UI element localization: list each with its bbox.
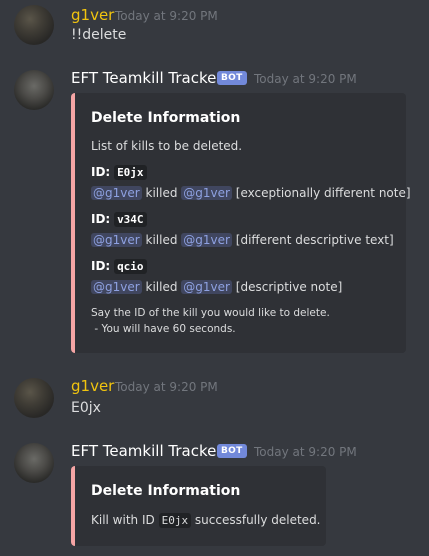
- message-text: !!delete: [71, 27, 127, 43]
- embed-title: Delete Information: [91, 110, 241, 126]
- kill-entry-line: @g1ver killed @g1ver [different descript…: [91, 233, 394, 247]
- mention-killer[interactable]: @g1ver: [91, 233, 142, 247]
- mention-victim[interactable]: @g1ver: [181, 280, 232, 294]
- mention-victim[interactable]: @g1ver: [181, 233, 232, 247]
- bot-avatar[interactable]: [14, 70, 54, 110]
- result-suffix: successfully deleted.: [194, 513, 321, 527]
- author-name[interactable]: EFT Teamkill Tracker: [71, 69, 223, 87]
- embed-title: Delete Information: [91, 483, 241, 499]
- message-text: E0jx: [71, 400, 101, 416]
- bot-badge: BOT: [217, 444, 247, 458]
- id-label: ID:: [91, 165, 111, 179]
- kill-entry-line: @g1ver killed @g1ver [exceptionally diff…: [91, 186, 411, 200]
- kill-note: [exceptionally different note]: [235, 186, 411, 200]
- kill-entry-id: ID: qcio: [91, 259, 147, 274]
- kill-entry-id: ID: v34C: [91, 212, 147, 227]
- kill-id: v34C: [114, 212, 147, 227]
- author-name[interactable]: EFT Teamkill Tracker: [71, 442, 223, 460]
- embed: Delete Information Kill with ID E0jx suc…: [71, 466, 326, 546]
- kill-entry-line: @g1ver killed @g1ver [descriptive note]: [91, 280, 342, 294]
- embed-description: Kill with ID E0jx successfully deleted.: [91, 513, 321, 528]
- timestamp: Today at 9:20 PM: [254, 445, 357, 459]
- embed: Delete Information List of kills to be d…: [71, 93, 411, 353]
- kill-id: E0jx: [114, 165, 147, 180]
- bot-badge: BOT: [217, 71, 247, 85]
- kill-entry-id: ID: E0jx: [91, 165, 147, 180]
- user-avatar[interactable]: [14, 378, 54, 418]
- timestamp: Today at 9:20 PM: [115, 380, 218, 394]
- kill-id: E0jx: [158, 513, 192, 528]
- id-label: ID:: [91, 259, 111, 273]
- kill-verb: killed: [145, 280, 178, 294]
- id-label: ID:: [91, 212, 111, 226]
- author-name[interactable]: g1ver: [71, 377, 114, 395]
- kill-verb: killed: [145, 233, 178, 247]
- mention-killer[interactable]: @g1ver: [91, 186, 142, 200]
- timestamp: Today at 9:20 PM: [115, 9, 218, 23]
- embed-footer-line-2: - You will have 60 seconds.: [91, 323, 236, 335]
- kill-note: [descriptive note]: [235, 280, 343, 294]
- result-prefix: Kill with ID: [91, 513, 155, 527]
- kill-note: [different descriptive text]: [235, 233, 394, 247]
- kill-verb: killed: [145, 186, 178, 200]
- user-avatar[interactable]: [14, 5, 54, 45]
- kill-id: qcio: [114, 259, 147, 274]
- embed-footer-line-1: Say the ID of the kill you would like to…: [91, 307, 330, 319]
- timestamp: Today at 9:20 PM: [254, 72, 357, 86]
- bot-avatar[interactable]: [14, 443, 54, 483]
- mention-victim[interactable]: @g1ver: [181, 186, 232, 200]
- embed-description: List of kills to be deleted.: [91, 139, 243, 153]
- mention-killer[interactable]: @g1ver: [91, 280, 142, 294]
- author-name[interactable]: g1ver: [71, 6, 114, 24]
